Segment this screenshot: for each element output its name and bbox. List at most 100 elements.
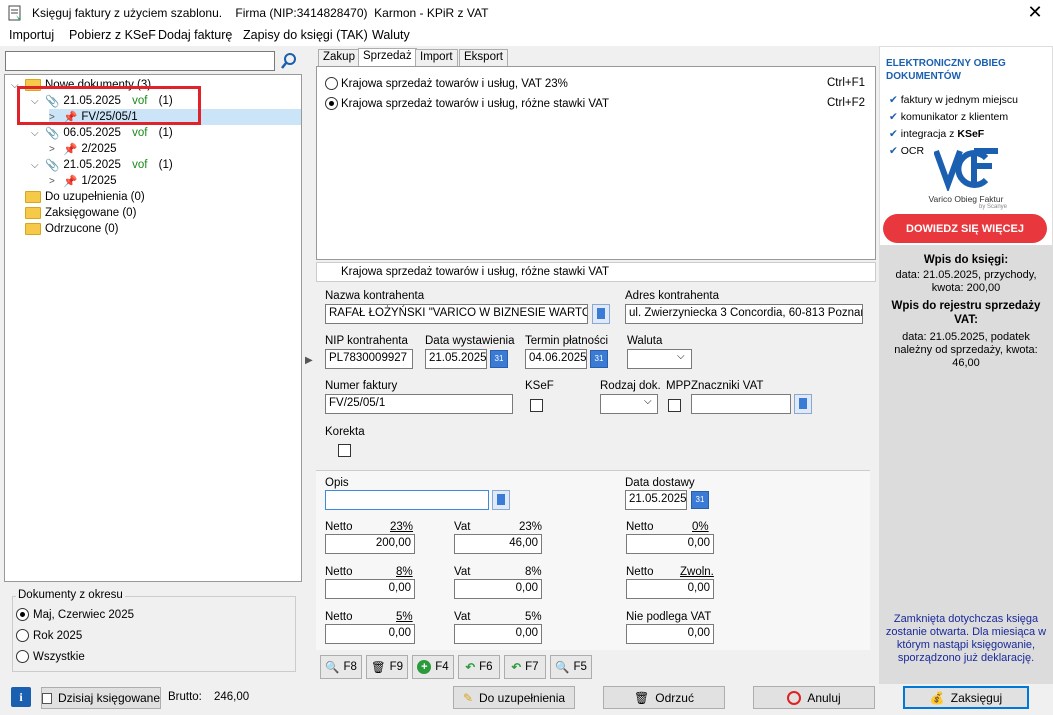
to-complete-button[interactable]: ✎ Do uzupełnienia <box>453 686 575 709</box>
delivery-field[interactable]: 21.05.2025 <box>625 490 687 510</box>
contractor-lookup-icon[interactable] <box>592 304 610 324</box>
rate-8-label: 8% <box>396 566 413 578</box>
correction-checkbox[interactable] <box>338 444 351 457</box>
calendar-icon[interactable]: 31 <box>590 350 608 368</box>
desc-lookup-icon[interactable] <box>492 490 510 510</box>
vat-tags-field[interactable] <box>691 394 791 414</box>
rate-0-label: 0% <box>692 521 709 533</box>
template-option-1[interactable]: Krajowa sprzedaż towarów i usług, VAT 23… <box>325 77 568 90</box>
period-option-3[interactable]: Wszystkie <box>16 650 85 663</box>
document-tree: ⌵ Nowe dokumenty (3) ⌵ 📎 21.05.2025 vof (1)… <box>4 74 302 582</box>
tree-group-2[interactable]: ⌵ 📎 06.05.2025 vof (1) <box>31 125 173 141</box>
trash-icon: 🗑 <box>370 662 386 674</box>
menu-pobierz-ksef[interactable]: Pobierz z KSeF <box>69 28 156 42</box>
gross-label: Brutto: <box>168 691 202 703</box>
ad-logo-sub: by Scanye <box>979 204 1008 210</box>
ksef-checkbox[interactable] <box>530 399 543 412</box>
contractor-addr-label: Adres kontrahenta <box>625 290 719 302</box>
vat-tags-lookup-icon[interactable] <box>794 394 812 414</box>
selected-template: Krajowa sprzedaż towarów i usług, różne … <box>341 266 610 278</box>
vat-rate-5-label: 5% <box>525 611 542 623</box>
nip-label: NIP kontrahenta <box>325 335 408 347</box>
today-posted-button[interactable]: Dzisiaj księgowane <box>41 687 161 709</box>
post-button[interactable]: 💰 Zaksięguj <box>903 686 1029 709</box>
vat-5-field[interactable]: 0,00 <box>454 624 542 644</box>
app-icon <box>8 5 21 21</box>
check-icon: ✔ <box>889 111 898 123</box>
vat-8-field[interactable]: 0,00 <box>454 579 542 599</box>
desc-field[interactable] <box>325 490 489 510</box>
issue-date-field[interactable]: 21.05.2025 <box>425 349 487 369</box>
paperclip-icon: 📎 <box>45 128 60 140</box>
tab-zakup[interactable]: Zakup <box>318 49 360 66</box>
rate-5-label: 5% <box>396 611 413 623</box>
issue-date-label: Data wystawienia <box>425 335 515 347</box>
netto-0-field[interactable]: 0,00 <box>626 534 714 554</box>
template-shortcut-1: Ctrl+F1 <box>827 77 866 89</box>
chevron-down-icon: ⌵ <box>644 396 652 407</box>
nip-field[interactable]: PL7830009927 <box>325 349 413 369</box>
gross-value: 246,00 <box>214 691 250 703</box>
delete-f9-button[interactable]: 🗑 F9 <box>366 655 408 679</box>
due-date-field[interactable]: 04.06.2025 <box>525 349 587 369</box>
tree-item[interactable]: > 📌 1/2025 <box>49 173 117 189</box>
ksef-label: KSeF <box>525 380 554 392</box>
template-option-2[interactable]: Krajowa sprzedaż towarów i usług, różne … <box>325 97 609 110</box>
calendar-icon[interactable]: 31 <box>490 350 508 368</box>
summary-panel: Wpis do księgi: data: 21.05.2025, przych… <box>879 246 1053 688</box>
tree-group-3[interactable]: ⌵ 📎 21.05.2025 vof (1) <box>31 157 173 173</box>
rate-23-label: 23% <box>390 521 414 533</box>
mpp-checkbox[interactable] <box>668 399 681 412</box>
tab-import[interactable]: Import <box>415 49 458 66</box>
contractor-name-field[interactable]: RAFAŁ ŁOŻYŃSKI "VARICO W BIZNESIE WARTO … <box>325 304 588 324</box>
period-title: Dokumenty z okresu <box>16 589 125 601</box>
netto-exempt-field[interactable]: 0,00 <box>626 579 714 599</box>
reject-button[interactable]: 🗑 Odrzuć <box>603 686 725 709</box>
paperclip-icon: 📎 <box>45 160 60 172</box>
invoice-no-field[interactable]: FV/25/05/1 <box>325 394 513 414</box>
cancel-icon <box>787 690 802 705</box>
undo-f6-button[interactable]: ↶ F6 <box>458 655 500 679</box>
find-f8-button[interactable]: 🔍 F8 <box>320 655 362 679</box>
vat-entry-title: Wpis do rejestru sprzedaży VAT: <box>891 300 1041 326</box>
chevron-down-icon: ⌵ <box>677 351 685 362</box>
vat-label: Vat <box>454 566 471 578</box>
vat-entry-text: data: 21.05.2025, podatek należny od spr… <box>894 331 1038 369</box>
ad-panel[interactable]: ELEKTRONICZNY OBIEG DOKUMENTÓW ✔ faktury… <box>879 46 1053 246</box>
period-option-1[interactable]: Maj, Czerwiec 2025 <box>16 608 134 621</box>
netto-5-field[interactable]: 0,00 <box>325 624 415 644</box>
splitter-arrow-icon[interactable]: ▶ <box>305 355 313 366</box>
tree-rejected[interactable]: Odrzucone (0) <box>25 221 119 237</box>
redo-f7-button[interactable]: ↶ F7 <box>504 655 546 679</box>
menu-zapisy[interactable]: Zapisy do księgi (TAK) <box>243 28 368 42</box>
calendar-icon[interactable]: 31 <box>691 491 709 509</box>
menu-dodaj-fakture[interactable]: Dodaj fakturę <box>158 28 232 42</box>
vat-tags-label: Znaczniki VAT <box>691 380 764 392</box>
add-f4-button[interactable]: + F4 <box>412 655 454 679</box>
tree-item[interactable]: > 📌 2/2025 <box>49 141 117 157</box>
tree-posted[interactable]: Zaksięgowane (0) <box>25 205 136 221</box>
close-icon[interactable]: ✕ <box>1025 2 1045 22</box>
window-title: Księguj faktury z użyciem szablonu. Firm… <box>32 6 489 20</box>
calendar-icon <box>42 692 52 704</box>
info-icon[interactable]: i <box>11 687 31 707</box>
vat-23-field[interactable]: 46,00 <box>454 534 542 554</box>
menu-bar: Importuj Pobierz z KSeF Dodaj fakturę Za… <box>0 26 1053 46</box>
netto-8-field[interactable]: 0,00 <box>325 579 415 599</box>
not-vat-field[interactable]: 0,00 <box>626 624 714 644</box>
ad-header: ELEKTRONICZNY OBIEG DOKUMENTÓW <box>886 58 1006 82</box>
search-input[interactable] <box>5 51 275 71</box>
vat-label: Vat <box>454 521 471 533</box>
period-option-2[interactable]: Rok 2025 <box>16 629 82 642</box>
tab-eksport[interactable]: Eksport <box>459 49 508 66</box>
search-icon[interactable] <box>280 52 298 70</box>
menu-importuj[interactable]: Importuj <box>9 28 54 42</box>
netto-23-field[interactable]: 200,00 <box>325 534 415 554</box>
contractor-addr-field[interactable]: ul. Zwierzyniecka 3 Concordia, 60-813 Po… <box>625 304 863 324</box>
tab-sprzedaz[interactable]: Sprzedaż <box>358 48 417 67</box>
cancel-button[interactable]: Anuluj <box>753 686 875 709</box>
menu-waluty[interactable]: Waluty <box>372 28 410 42</box>
search-f5-button[interactable]: 🔍 F5 <box>550 655 592 679</box>
tree-to-complete[interactable]: Do uzupełnienia (0) <box>25 189 145 205</box>
learn-more-button[interactable]: DOWIEDZ SIĘ WIĘCEJ <box>883 214 1047 243</box>
